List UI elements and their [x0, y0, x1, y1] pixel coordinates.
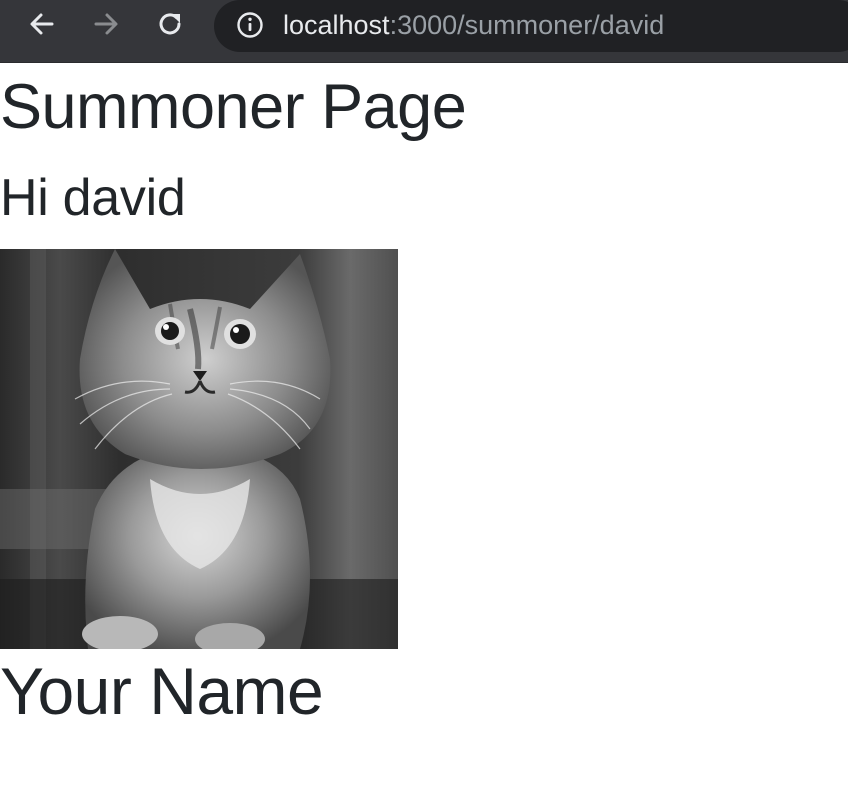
kitten-illustration	[0, 249, 398, 649]
url-host: localhost	[283, 10, 390, 40]
address-bar[interactable]: localhost:3000/summoner/david	[214, 0, 848, 52]
info-icon[interactable]	[236, 11, 264, 39]
forward-button[interactable]	[86, 6, 126, 42]
url-text[interactable]: localhost:3000/summoner/david	[283, 8, 664, 42]
url-path: :3000/summoner/david	[389, 10, 665, 40]
your-name-heading: Your Name	[0, 654, 324, 728]
greeting-heading: Hi david	[0, 169, 186, 227]
browser-toolbar: localhost:3000/summoner/david	[0, 0, 848, 63]
reload-button[interactable]	[150, 6, 190, 42]
back-button[interactable]	[22, 6, 62, 42]
reload-icon	[159, 13, 181, 35]
arrow-right-icon	[94, 13, 118, 35]
kitten-photo	[0, 249, 398, 649]
arrow-left-icon	[30, 13, 54, 35]
page-title: Summoner Page	[0, 72, 467, 142]
